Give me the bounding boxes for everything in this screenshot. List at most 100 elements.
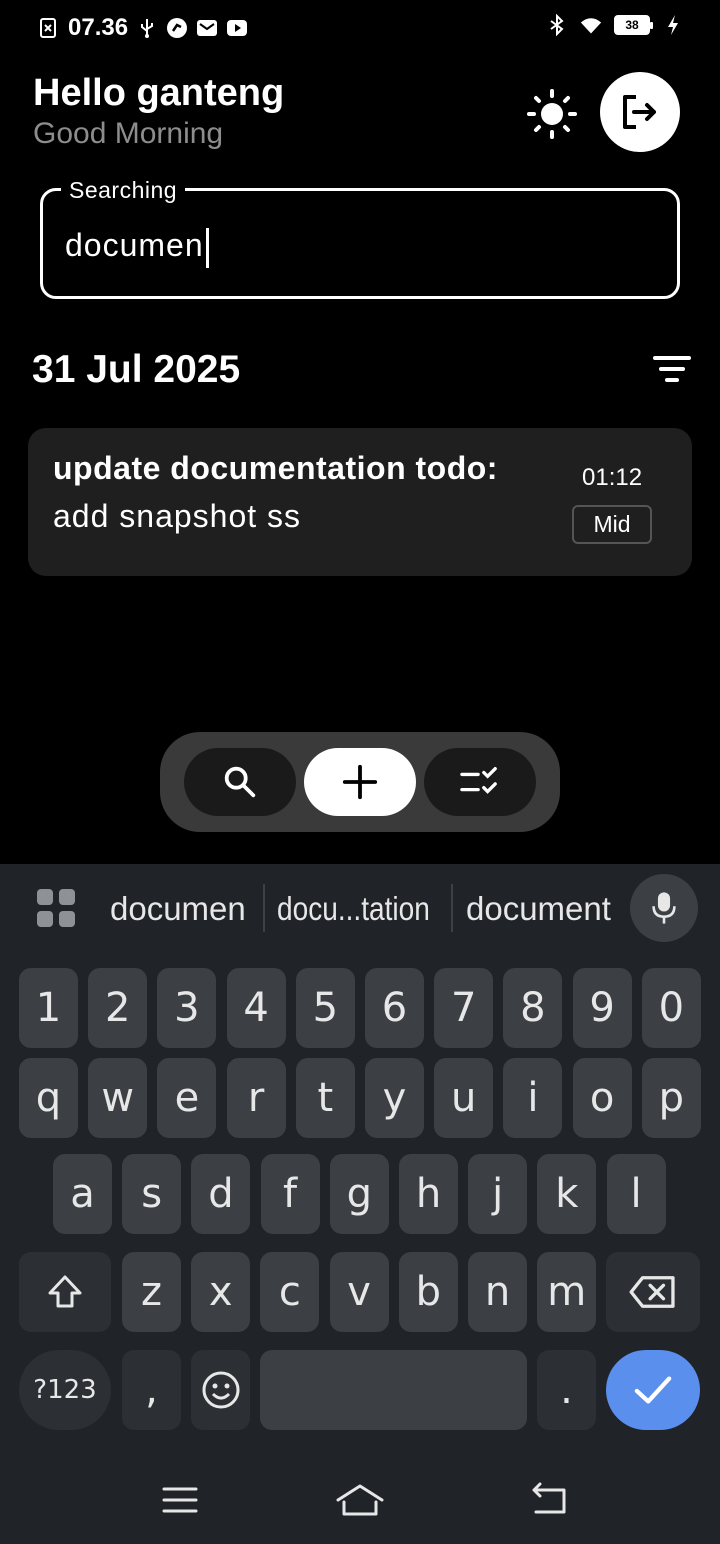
- key-w[interactable]: w: [88, 1058, 148, 1138]
- sun-icon: [527, 89, 577, 139]
- todo-time: 01:12: [582, 464, 643, 491]
- key-6[interactable]: 6: [365, 968, 424, 1048]
- key-5[interactable]: 5: [295, 968, 355, 1048]
- shift-key[interactable]: [19, 1252, 111, 1332]
- keyboard-apps-button[interactable]: [36, 888, 76, 928]
- search-value: documen: [65, 227, 209, 268]
- enter-key[interactable]: [606, 1350, 700, 1430]
- backspace-icon: [629, 1276, 675, 1308]
- key-s[interactable]: s: [122, 1154, 182, 1234]
- key-j[interactable]: j: [468, 1154, 528, 1234]
- system-navigation-bar: [0, 1460, 720, 1544]
- search-label: Searching: [61, 177, 186, 204]
- search-text: documen: [65, 227, 204, 263]
- key-c[interactable]: c: [260, 1252, 320, 1332]
- suggestion-divider: [263, 884, 265, 932]
- back-nav-button[interactable]: [526, 1480, 574, 1520]
- key-0[interactable]: 0: [641, 968, 701, 1048]
- bottom-action-bar: [160, 732, 560, 832]
- mail-icon: [197, 20, 218, 36]
- suggestion-2[interactable]: docu...tation: [277, 890, 430, 928]
- key-z[interactable]: z: [122, 1252, 181, 1332]
- comma-key[interactable]: ,: [122, 1350, 181, 1430]
- key-1[interactable]: 1: [19, 968, 78, 1048]
- key-r[interactable]: r: [226, 1058, 286, 1138]
- grid-icon: [37, 889, 75, 927]
- key-e[interactable]: e: [157, 1058, 217, 1138]
- greeting-subtitle: Good Morning: [33, 117, 224, 150]
- key-a[interactable]: a: [53, 1154, 112, 1234]
- key-3[interactable]: 3: [157, 968, 217, 1048]
- logout-button[interactable]: [600, 72, 680, 152]
- status-time: 07.36: [68, 14, 129, 41]
- key-t[interactable]: t: [295, 1058, 355, 1138]
- key-7[interactable]: 7: [434, 968, 494, 1048]
- symbols-key[interactable]: ?123: [19, 1350, 111, 1430]
- key-2[interactable]: 2: [88, 968, 148, 1048]
- key-b[interactable]: b: [398, 1252, 458, 1332]
- youtube-icon: [227, 20, 248, 36]
- key-o[interactable]: o: [572, 1058, 632, 1138]
- sim-card-icon: [40, 18, 56, 38]
- add-todo-button[interactable]: [304, 748, 416, 816]
- todo-description: add snapshot ss: [53, 498, 302, 534]
- completed-tasks-button[interactable]: [424, 748, 536, 816]
- key-9[interactable]: 9: [572, 968, 632, 1048]
- key-n[interactable]: n: [468, 1252, 527, 1332]
- todo-title: update documentation todo:: [53, 450, 498, 486]
- shift-icon: [48, 1275, 82, 1308]
- suggestion-divider: [451, 884, 453, 932]
- suggestion-3[interactable]: document: [466, 890, 611, 928]
- home-nav-button[interactable]: [334, 1480, 386, 1520]
- key-p[interactable]: p: [641, 1058, 701, 1138]
- on-screen-keyboard: documen docu...tation document 123456789…: [0, 864, 720, 1544]
- key-u[interactable]: u: [434, 1058, 494, 1138]
- search-button[interactable]: [184, 748, 296, 816]
- battery-indicator: 38: [614, 15, 653, 35]
- key-h[interactable]: h: [399, 1154, 458, 1234]
- space-key[interactable]: [260, 1350, 527, 1430]
- theme-toggle-button[interactable]: [526, 88, 578, 140]
- key-d[interactable]: d: [191, 1154, 251, 1234]
- search-icon: [224, 766, 256, 798]
- text-caret: [205, 227, 209, 268]
- greeting-title: Hello ganteng: [33, 72, 285, 114]
- sort-icon: [653, 356, 691, 382]
- voice-input-button[interactable]: [630, 874, 698, 942]
- key-q[interactable]: q: [19, 1058, 78, 1138]
- key-y[interactable]: y: [365, 1058, 424, 1138]
- key-k[interactable]: k: [537, 1154, 597, 1234]
- plus-icon: [342, 764, 378, 800]
- key-4[interactable]: 4: [226, 968, 286, 1048]
- key-f[interactable]: f: [260, 1154, 320, 1234]
- period-key[interactable]: .: [537, 1350, 596, 1430]
- microphone-icon: [652, 892, 676, 924]
- status-bar-left: 07.36: [38, 14, 248, 42]
- checkmark-icon: [634, 1376, 672, 1404]
- menu-nav-button[interactable]: [156, 1480, 204, 1520]
- key-i[interactable]: i: [503, 1058, 563, 1138]
- key-8[interactable]: 8: [503, 968, 563, 1048]
- search-input[interactable]: Searching documen: [40, 177, 680, 299]
- key-x[interactable]: x: [191, 1252, 251, 1332]
- menu-icon: [162, 1487, 198, 1513]
- status-bar-right: 38: [546, 14, 684, 36]
- status-bar: 07.36 38: [0, 0, 720, 58]
- key-l[interactable]: l: [606, 1154, 666, 1234]
- checklist-icon: [460, 767, 497, 794]
- key-g[interactable]: g: [329, 1154, 389, 1234]
- key-v[interactable]: v: [329, 1252, 389, 1332]
- home-icon: [336, 1484, 384, 1516]
- key-m[interactable]: m: [537, 1252, 597, 1332]
- backspace-key[interactable]: [606, 1252, 700, 1332]
- back-icon: [532, 1482, 566, 1514]
- sort-filter-button[interactable]: [652, 354, 692, 386]
- emoji-key[interactable]: [191, 1350, 250, 1430]
- suggestion-1[interactable]: documen: [110, 890, 246, 928]
- suggestion-strip: documen docu...tation document: [0, 864, 720, 956]
- priority-badge: Mid: [572, 505, 652, 544]
- wifi-icon: [580, 18, 602, 34]
- bluetooth-icon: [550, 14, 564, 36]
- todo-card[interactable]: update documentation todo: add snapshot …: [28, 428, 692, 576]
- logout-icon: [623, 95, 656, 129]
